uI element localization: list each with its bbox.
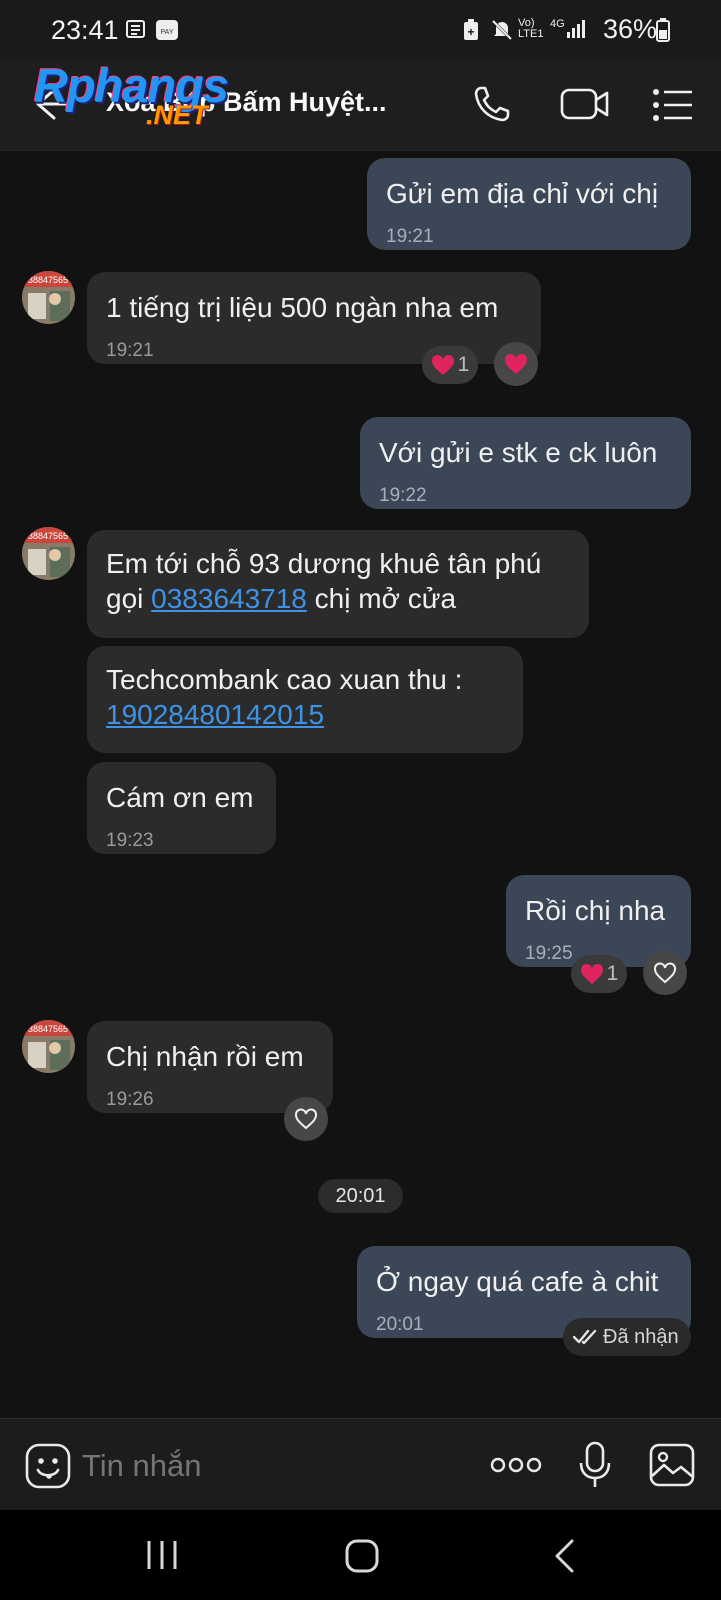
delivery-status: Đã nhận: [563, 1318, 691, 1356]
phone-number-link[interactable]: 0383643718: [151, 583, 307, 614]
more-icon[interactable]: [490, 1455, 542, 1475]
message-text: Cám ơn em: [106, 782, 254, 813]
watermark-tld: .NET: [146, 100, 208, 130]
mute-icon: [491, 19, 513, 41]
chat-header: Xoa Bóp Bấm Huyệt... Rphangs .NET: [0, 59, 721, 151]
heart-icon: [580, 963, 603, 984]
phone-icon[interactable]: [472, 84, 512, 124]
reaction-count-chip[interactable]: 1: [422, 346, 478, 384]
message-bubble-incoming[interactable]: Techcombank cao xuan thu : 1902848014201…: [87, 646, 523, 753]
message-text: 1 tiếng trị liệu 500 ngàn nha em: [106, 292, 499, 323]
message-time: 19:22: [379, 485, 427, 506]
message-text-line1: Em tới chỗ 93 dương khuê tân phú: [106, 548, 542, 579]
message-text-line1: Techcombank cao xuan thu :: [106, 664, 463, 695]
battery-icon: [656, 18, 670, 42]
message-bubble-incoming[interactable]: Cám ơn em 19:23: [87, 762, 276, 854]
heart-outline-icon: [654, 962, 676, 984]
nav-back-icon[interactable]: [552, 1538, 576, 1574]
status-time: 23:41: [51, 15, 119, 45]
recents-icon[interactable]: [145, 1539, 179, 1571]
message-text: Chị nhận rồi em: [106, 1041, 304, 1072]
heart-icon: [504, 353, 528, 374]
reaction-count: 1: [606, 962, 619, 985]
video-call-icon[interactable]: [560, 86, 610, 122]
delivery-status-text: Đã nhận: [603, 1326, 679, 1348]
message-time: 19:25: [525, 943, 573, 964]
message-input[interactable]: [80, 1439, 464, 1493]
message-bubble-outgoing[interactable]: Với gửi e stk e ck luôn 19:22: [360, 417, 691, 509]
message-time: 19:23: [106, 830, 154, 851]
svg-text:38847565: 38847565: [28, 1024, 68, 1034]
message-bubble-incoming[interactable]: Em tới chỗ 93 dương khuê tân phú gọi 038…: [87, 530, 589, 638]
battery-percent: 36%: [603, 14, 658, 44]
battery-saver-icon: +: [464, 19, 478, 40]
message-time: 19:21: [386, 226, 434, 247]
date-divider: 20:01: [318, 1179, 403, 1213]
heart-outline-icon: [295, 1108, 317, 1130]
image-icon[interactable]: [649, 1443, 695, 1487]
message-time: 19:21: [106, 340, 154, 361]
pay-app-icon: PAY: [156, 20, 178, 40]
microphone-icon[interactable]: [578, 1441, 612, 1489]
message-text: Với gửi e stk e ck luôn: [379, 437, 658, 468]
system-nav-bar: [0, 1510, 721, 1600]
signal-icon: [567, 20, 585, 38]
sticker-icon[interactable]: [25, 1443, 71, 1489]
avatar[interactable]: 38847565: [22, 1020, 75, 1073]
add-reaction-button[interactable]: [494, 342, 538, 386]
home-icon[interactable]: [344, 1538, 380, 1574]
signal-type-label: 4G: [550, 18, 565, 30]
message-time: 19:26: [106, 1089, 154, 1110]
avatar[interactable]: 38847565: [22, 271, 75, 324]
news-icon: [126, 20, 145, 38]
menu-list-icon[interactable]: [652, 88, 694, 122]
message-text-line2: gọi 0383643718 chị mở cửa: [106, 583, 457, 614]
double-check-icon: [573, 1329, 597, 1345]
message-text: Gửi em địa chỉ với chị: [386, 178, 659, 209]
heart-icon: [431, 354, 454, 375]
account-number-link[interactable]: 19028480142015: [106, 697, 324, 732]
message-composer: [0, 1418, 721, 1511]
watermark-logo: Rphangs .NET: [34, 59, 264, 134]
add-reaction-button[interactable]: [643, 951, 687, 995]
message-text: Rồi chị nha: [525, 895, 666, 926]
message-time: 20:01: [376, 1314, 424, 1335]
message-bubble-incoming[interactable]: 1 tiếng trị liệu 500 ngàn nha em 19:21: [87, 272, 541, 364]
status-bar: 23:41 PAY + Vo) LTE1 4G 36%: [0, 0, 721, 60]
svg-text:38847565: 38847565: [28, 275, 68, 285]
add-reaction-button[interactable]: [284, 1097, 328, 1141]
message-bubble-outgoing[interactable]: Gửi em địa chỉ với chị 19:21: [367, 158, 691, 250]
message-list[interactable]: Gửi em địa chỉ với chị 19:21 38847565 1 …: [0, 150, 721, 1418]
reaction-count-chip[interactable]: 1: [571, 955, 627, 993]
svg-text:PAY: PAY: [161, 29, 174, 36]
svg-text:+: +: [467, 25, 474, 39]
message-text: Ở ngay quá cafe à chit: [376, 1266, 659, 1297]
svg-text:38847565: 38847565: [28, 531, 68, 541]
avatar[interactable]: 38847565: [22, 527, 75, 580]
network-label: Vo) LTE1: [518, 17, 544, 40]
reaction-count: 1: [457, 353, 470, 376]
